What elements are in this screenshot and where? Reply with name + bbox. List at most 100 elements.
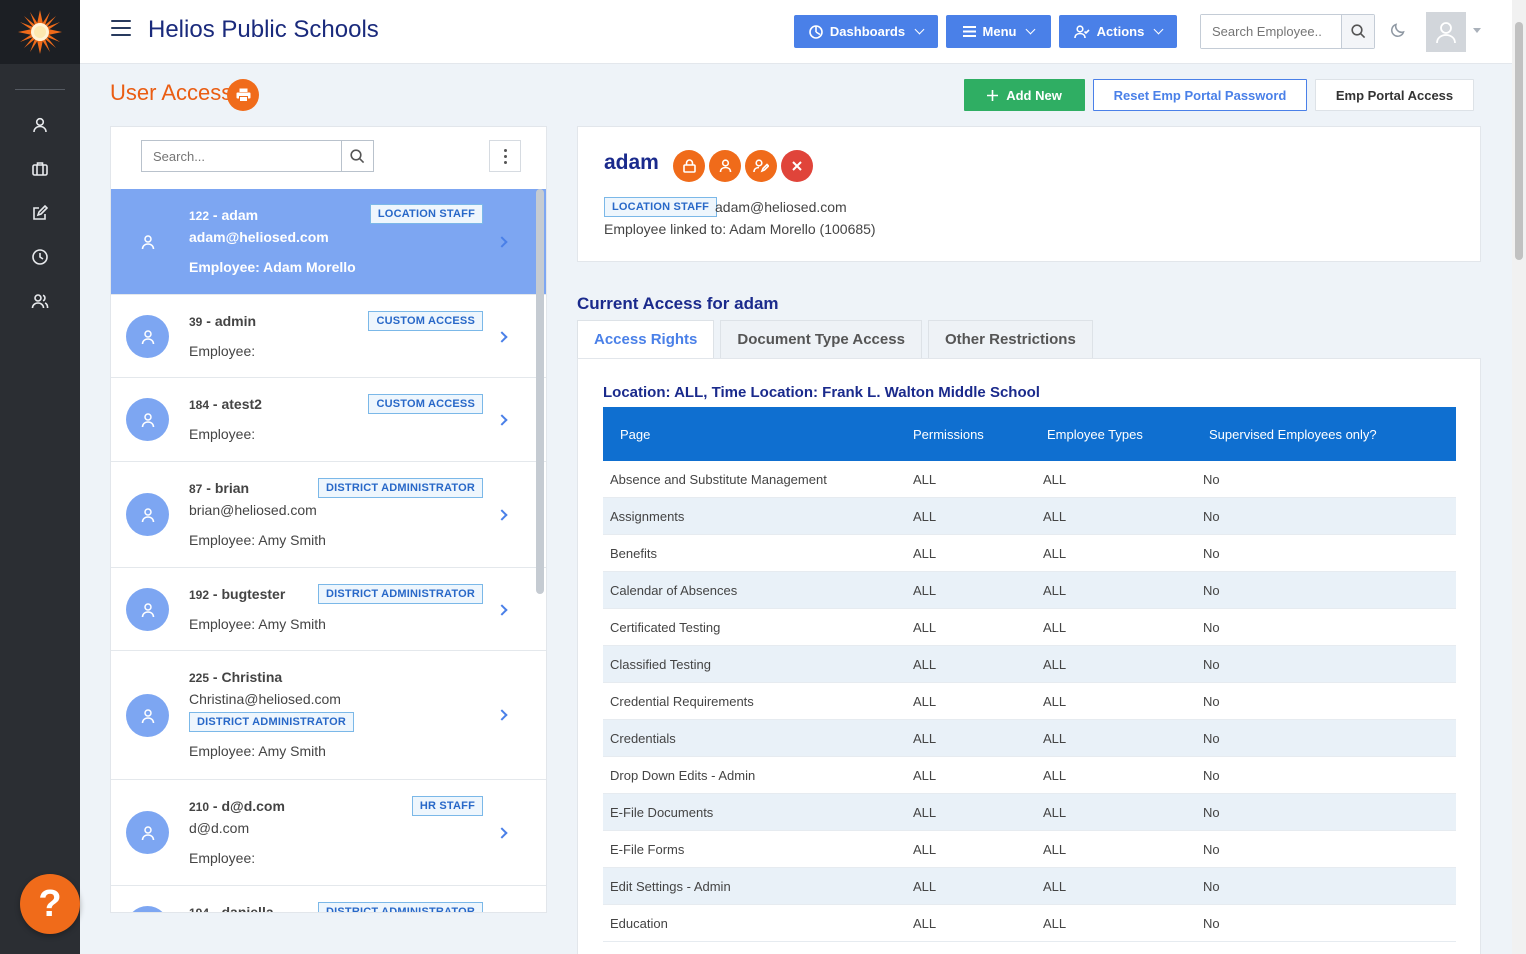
users-icon[interactable] [31, 292, 49, 310]
table-row: Education ALL ALL No [603, 905, 1456, 942]
table-cell: No [1203, 656, 1220, 672]
column-header[interactable]: Supervised Employees only? [1209, 427, 1456, 442]
table-cell: E-File Documents [610, 804, 714, 820]
portal-access-label: Emp Portal Access [1335, 87, 1454, 103]
add-new-button[interactable]: Add New [964, 79, 1085, 111]
employee-search [1200, 14, 1375, 49]
employee-search-button[interactable] [1341, 15, 1374, 48]
column-header[interactable]: Permissions [913, 427, 1047, 442]
chevron-right-icon [496, 604, 508, 616]
lock-button[interactable] [673, 150, 705, 182]
avatar [126, 398, 169, 441]
table-cell: Drop Down Edits - Admin [610, 767, 756, 783]
user-employee: Employee: [189, 850, 256, 866]
reset-password-button[interactable]: Reset Emp Portal Password [1093, 79, 1307, 111]
user-list-item[interactable]: 87 - brian brian@heliosed.com Employee: … [111, 462, 546, 568]
avatar [126, 220, 169, 263]
clock-icon[interactable] [31, 248, 49, 266]
chevron-down-icon [1153, 24, 1164, 35]
tab-access-rights[interactable]: Access Rights [577, 320, 715, 358]
access-table: Page Permissions Employee Types Supervis… [603, 407, 1456, 942]
user-search-input[interactable] [142, 141, 342, 171]
edit-icon[interactable] [31, 204, 49, 222]
profile-caret-icon[interactable] [1473, 28, 1481, 33]
table-row: Drop Down Edits - Admin ALL ALL No [603, 757, 1456, 794]
print-button[interactable] [227, 79, 259, 111]
table-cell: ALL [913, 878, 937, 894]
page-scrollbar[interactable] [1512, 0, 1526, 954]
user-list-item[interactable]: 184 - atest2 Employee: CUSTOM ACCESS [111, 378, 546, 462]
dashboards-button[interactable]: Dashboards [794, 15, 938, 48]
role-badge: CUSTOM ACCESS [368, 394, 483, 414]
table-cell: Absence and Substitute Management [610, 471, 827, 487]
briefcase-icon[interactable] [31, 160, 49, 178]
print-icon [236, 88, 250, 102]
portal-access-button[interactable]: Emp Portal Access [1315, 79, 1474, 111]
role-badge: LOCATION STAFF [604, 197, 718, 217]
table-cell: ALL [913, 804, 937, 820]
column-header[interactable]: Page [603, 427, 913, 442]
profile-avatar[interactable] [1426, 12, 1466, 52]
table-row: Assignments ALL ALL No [603, 498, 1456, 535]
user-email: d@d.com [189, 820, 250, 836]
avatar [126, 588, 169, 631]
user-icon [141, 507, 154, 522]
employee-search-input[interactable] [1201, 15, 1341, 48]
user-list-item[interactable]: 225 - Christina Christina@heliosed.com D… [111, 651, 546, 780]
table-cell: ALL [913, 693, 937, 709]
access-rights-panel: Location: ALL, Time Location: Frank L. W… [577, 358, 1481, 954]
table-cell: ALL [1043, 656, 1067, 672]
table-cell: ALL [1043, 582, 1067, 598]
user-list-item[interactable]: 210 - d@d.com d@d.com Employee: HR STAFF [111, 780, 546, 886]
role-badge: DISTRICT ADMINISTRATOR [317, 478, 483, 498]
role-badge: DISTRICT ADMINISTRATOR [317, 902, 483, 912]
more-options-icon[interactable] [489, 140, 521, 172]
delete-user-button[interactable] [781, 150, 813, 182]
column-header[interactable]: Employee Types [1047, 427, 1209, 442]
table-cell: No [1203, 804, 1220, 820]
table-cell: ALL [913, 582, 937, 598]
table-row: E-File Forms ALL ALL No [603, 831, 1456, 868]
table-cell: ALL [1043, 878, 1067, 894]
table-row: Calendar of Absences ALL ALL No [603, 572, 1456, 609]
user-list-item[interactable]: 39 - admin Employee: CUSTOM ACCESS [111, 295, 546, 378]
user-list-panel: 122 - adam adam@heliosed.com Employee: A… [110, 126, 547, 913]
dashboards-label: Dashboards [829, 24, 906, 39]
table-cell: ALL [913, 619, 937, 635]
role-badge: LOCATION STAFF [369, 204, 483, 224]
menu-label: Menu [982, 24, 1017, 39]
user-list-item[interactable]: 194 - daniella DISTRICT ADMINISTRATOR [111, 886, 546, 912]
user-list-item[interactable]: 192 - bugtester Employee: Amy Smith DIST… [111, 568, 546, 651]
menu-button[interactable]: Menu [946, 15, 1051, 48]
tab-document-type-access[interactable]: Document Type Access [720, 320, 922, 358]
table-cell: ALL [913, 545, 937, 561]
avatar [126, 493, 169, 536]
user-icon [719, 159, 731, 173]
chevron-down-icon [1026, 24, 1036, 35]
moon-icon[interactable] [1390, 22, 1406, 38]
scrollbar-thumb[interactable] [1515, 22, 1523, 260]
user-icon [141, 329, 154, 344]
hamburger-menu-icon[interactable] [111, 20, 131, 36]
user-icon[interactable] [31, 116, 49, 134]
user-profile-button[interactable] [709, 150, 741, 182]
list-scrollbar[interactable] [536, 189, 544, 594]
help-button[interactable]: ? [20, 874, 80, 934]
search-icon [350, 148, 365, 163]
table-cell: ALL [1043, 693, 1067, 709]
user-edit-button[interactable] [745, 150, 777, 182]
tab-other-restrictions[interactable]: Other Restrictions [927, 320, 1093, 358]
user-detail-card: adam LOCATION STAFF adam@heliosed.com Em… [577, 126, 1481, 262]
table-cell: Credentials [610, 730, 676, 746]
user-list-item[interactable]: 122 - adam adam@heliosed.com Employee: A… [111, 189, 546, 295]
user-employee: Employee: Adam Morello [189, 259, 356, 275]
table-header: Page Permissions Employee Types Supervis… [603, 407, 1456, 461]
chevron-right-icon [496, 509, 508, 521]
user-search-button[interactable] [341, 141, 373, 171]
plus-icon [987, 89, 999, 101]
logo[interactable] [0, 0, 80, 64]
user-email: brian@heliosed.com [189, 502, 317, 518]
table-cell: ALL [913, 841, 937, 857]
app-title: Helios Public Schools [148, 16, 379, 43]
actions-button[interactable]: Actions [1059, 15, 1177, 48]
